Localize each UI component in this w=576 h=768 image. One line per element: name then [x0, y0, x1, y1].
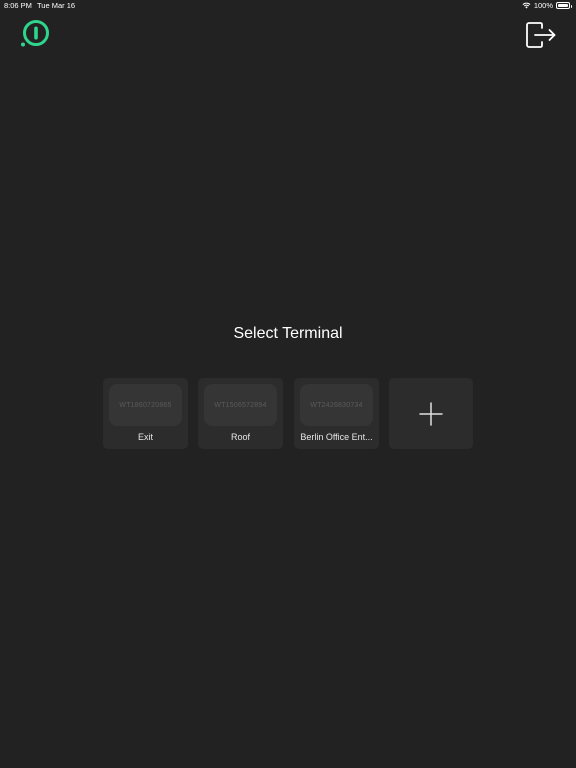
status-time: 8:06 PM — [4, 1, 32, 10]
page-title: Select Terminal — [233, 325, 343, 342]
terminal-card-berlin-office[interactable]: WT2426830734 Berlin Office Ent... — [294, 378, 379, 449]
terminal-card-roof[interactable]: WT1506572894 Roof — [198, 378, 283, 449]
terminal-serial: WT1506572894 — [204, 384, 277, 426]
plus-icon — [419, 401, 443, 426]
status-date: Tue Mar 16 — [37, 1, 76, 10]
status-bar: 8:06 PM Tue Mar 16 100% — [0, 0, 576, 12]
terminal-name: Berlin Office Ent... — [300, 432, 373, 442]
terminal-name: Exit — [137, 432, 153, 442]
terminal-serial: WT1860720865 — [109, 384, 182, 426]
battery-percent: 100% — [533, 1, 553, 10]
terminal-serial: WT2426830734 — [300, 384, 373, 426]
battery-icon — [556, 2, 572, 9]
wifi-icon — [522, 2, 531, 9]
power-logo-icon — [21, 20, 49, 47]
status-indicators: 100% — [522, 1, 572, 10]
terminal-name: Roof — [230, 432, 250, 442]
add-terminal-button[interactable] — [389, 378, 473, 449]
terminal-card-exit[interactable]: WT1860720865 Exit — [103, 378, 188, 449]
logout-button[interactable] — [525, 21, 557, 49]
